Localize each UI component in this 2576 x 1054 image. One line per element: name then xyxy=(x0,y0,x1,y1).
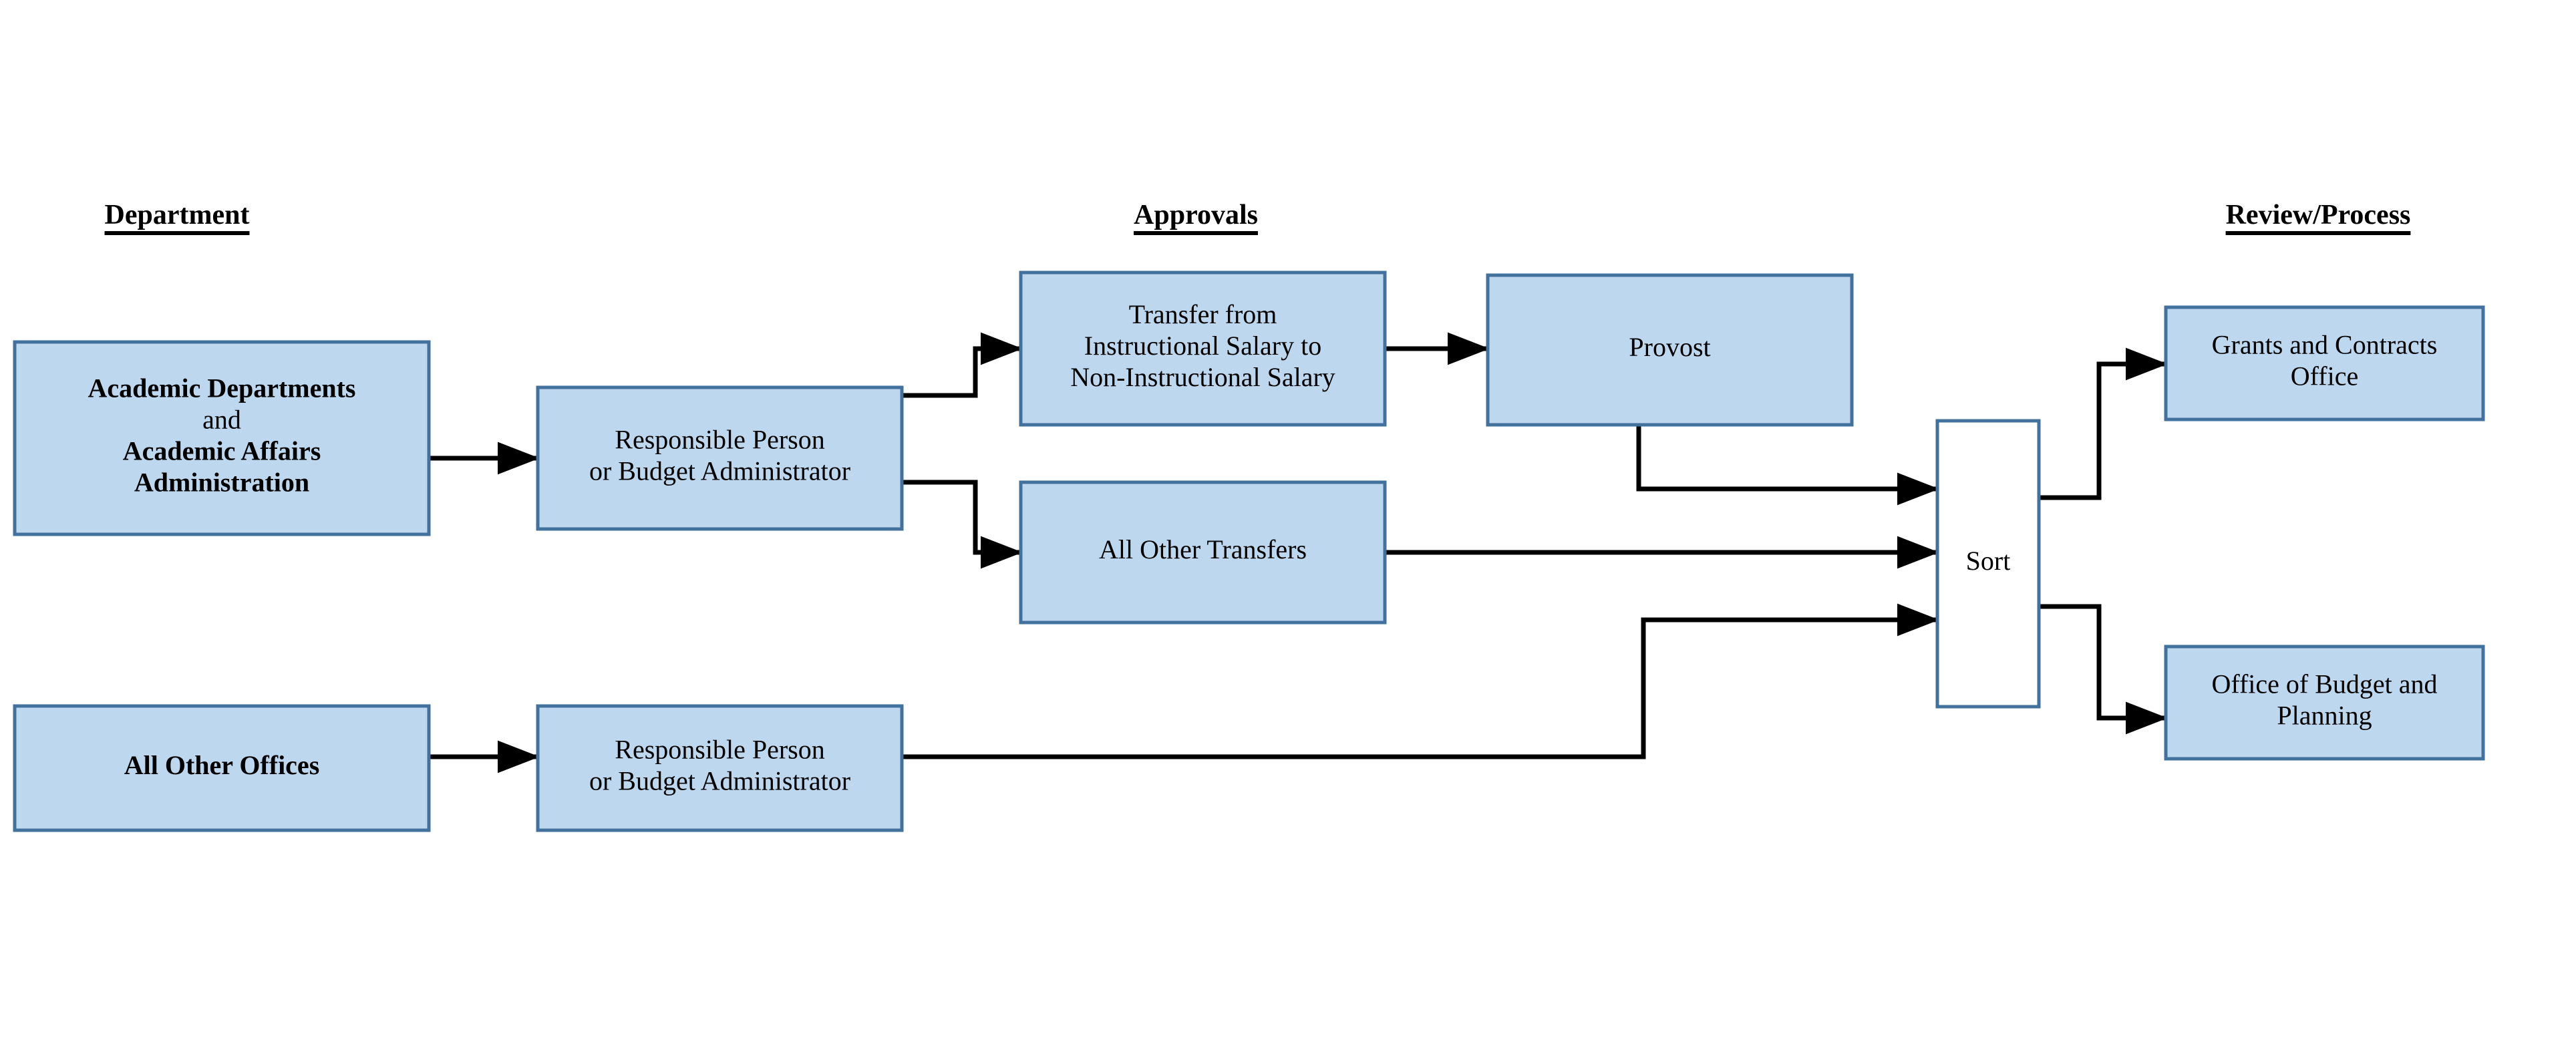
nodes-group: Academic DepartmentsandAcademic AffairsA… xyxy=(13,271,2485,832)
transfer-instructional-to-non-instructional-node[interactable]: Transfer fromInstructional Salary toNon-… xyxy=(1019,271,1387,427)
connector-sort-to-grants xyxy=(2039,347,2168,500)
responsible-person-other-node-label-line-1: Responsible Person xyxy=(615,735,824,765)
academic-departments-node-label-line-2: and xyxy=(202,405,241,435)
all-other-transfers-node[interactable]: All Other Transfers xyxy=(1019,480,1387,625)
academic-departments-node[interactable]: Academic DepartmentsandAcademic AffairsA… xyxy=(13,340,431,536)
column-header-2: Approvals xyxy=(1134,200,1258,235)
academic-departments-node-label-line-1: Academic Departments xyxy=(88,373,356,403)
flowchart-canvas: Department Approvals Review/Process Academ… xyxy=(0,0,2576,1054)
transfer-instructional-to-non-instructional-node-label-line-1: Transfer from xyxy=(1129,299,1277,329)
column-headers-group: Department Approvals Review/Process xyxy=(104,200,2411,235)
sort-node-label-line-1: Sort xyxy=(1966,546,2011,576)
responsible-person-other-node[interactable]: Responsible Personor Budget Administrato… xyxy=(536,704,904,832)
provost-node-label-line-1: Provost xyxy=(1629,332,1710,362)
connector-responsible-to-transfer xyxy=(902,332,1023,398)
column-header-3: Review/Process xyxy=(2225,200,2411,235)
column-header-label: Department xyxy=(105,200,250,230)
all-other-offices-node[interactable]: All Other Offices xyxy=(13,704,431,832)
column-header-label: Approvals xyxy=(1134,200,1258,230)
grants-and-contracts-office-node[interactable]: Grants and ContractsOffice xyxy=(2164,305,2485,421)
transfer-instructional-to-non-instructional-node-label-line-3: Non-Instructional Salary xyxy=(1070,362,1335,392)
column-header-label: Review/Process xyxy=(2226,200,2411,230)
office-of-budget-and-planning-node-label-line-2: Planning xyxy=(2277,701,2372,731)
column-header-1: Department xyxy=(104,200,250,235)
connector-sort-to-budget-planning xyxy=(2039,604,2168,735)
grants-and-contracts-office-node-label-line-1: Grants and Contracts xyxy=(2212,330,2438,360)
responsible-person-academic-node-label-line-1: Responsible Person xyxy=(615,425,824,455)
connector-provost-to-sort xyxy=(1636,425,1939,506)
responsible-person-academic-node-label-line-2: or Budget Administrator xyxy=(589,456,850,486)
office-of-budget-and-planning-node[interactable]: Office of Budget andPlanning xyxy=(2164,645,2485,761)
sort-node[interactable]: Sort xyxy=(1935,419,2041,709)
grants-and-contracts-office-node-label-line-2: Office xyxy=(2291,361,2358,391)
responsible-person-academic-node[interactable]: Responsible Personor Budget Administrato… xyxy=(536,385,904,531)
office-of-budget-and-planning-node-label-line-1: Office of Budget and xyxy=(2211,669,2437,699)
connector-responsible-to-all-other-transfers xyxy=(902,480,1023,569)
connector-responsible-bottom-to-sort xyxy=(902,603,1939,759)
transfer-instructional-to-non-instructional-node-label-line-2: Instructional Salary to xyxy=(1084,331,1321,361)
flowchart-svg: Department Approvals Review/Process Academ… xyxy=(13,200,2485,832)
all-other-offices-node-label-line-1: All Other Offices xyxy=(124,750,320,780)
academic-departments-node-label-line-4: Administration xyxy=(134,468,309,498)
provost-node[interactable]: Provost xyxy=(1486,273,1854,427)
responsible-person-other-node-label-line-2: or Budget Administrator xyxy=(589,766,850,796)
all-other-transfers-node-label-line-1: All Other Transfers xyxy=(1099,534,1307,564)
academic-departments-node-label-line-3: Academic Affairs xyxy=(123,436,321,466)
